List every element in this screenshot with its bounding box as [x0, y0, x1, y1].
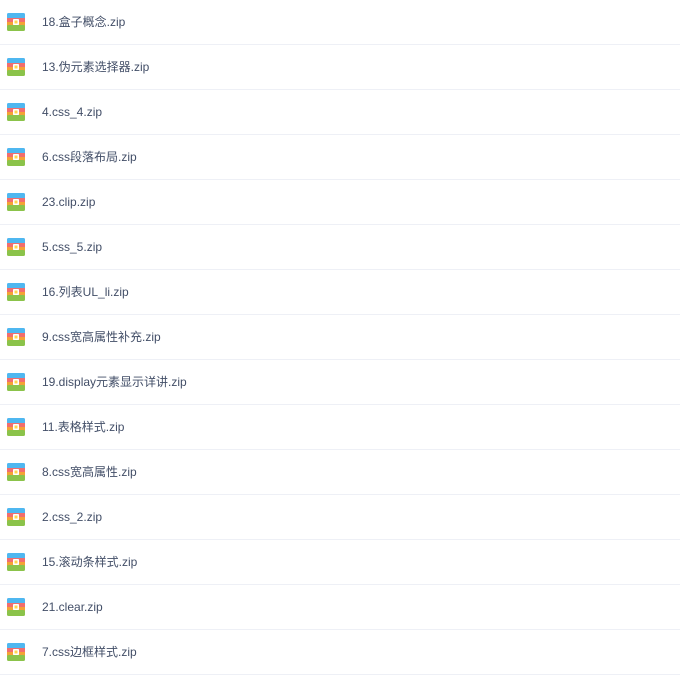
zip-archive-icon — [6, 282, 26, 302]
zip-archive-icon — [6, 642, 26, 662]
zip-archive-icon — [6, 552, 26, 572]
file-row[interactable]: 15.滚动条样式.zip — [0, 540, 680, 585]
file-row[interactable]: 5.css_5.zip — [0, 225, 680, 270]
file-name[interactable]: 7.css边框样式.zip — [42, 644, 137, 660]
zip-archive-icon — [6, 192, 26, 212]
file-row[interactable]: 23.clip.zip — [0, 180, 680, 225]
file-row[interactable]: 6.css段落布局.zip — [0, 135, 680, 180]
zip-archive-icon — [6, 417, 26, 437]
file-name[interactable]: 19.display元素显示详讲.zip — [42, 374, 187, 390]
file-row[interactable]: 8.css宽高属性.zip — [0, 450, 680, 495]
file-name[interactable]: 6.css段落布局.zip — [42, 149, 137, 165]
file-name[interactable]: 18.盒子概念.zip — [42, 14, 125, 30]
file-name[interactable]: 8.css宽高属性.zip — [42, 464, 137, 480]
file-row[interactable]: 11.表格样式.zip — [0, 405, 680, 450]
file-row[interactable]: 9.css宽高属性补充.zip — [0, 315, 680, 360]
file-row[interactable]: 21.clear.zip — [0, 585, 680, 630]
file-row[interactable]: 19.display元素显示详讲.zip — [0, 360, 680, 405]
file-row[interactable]: 18.盒子概念.zip — [0, 0, 680, 45]
file-name[interactable]: 15.滚动条样式.zip — [42, 554, 137, 570]
file-list: 18.盒子概念.zip 13.伪元素选择器.zip 4.css_4.zip 6.… — [0, 0, 680, 675]
file-row[interactable]: 4.css_4.zip — [0, 90, 680, 135]
file-name[interactable]: 9.css宽高属性补充.zip — [42, 329, 161, 345]
file-row[interactable]: 7.css边框样式.zip — [0, 630, 680, 675]
file-name[interactable]: 13.伪元素选择器.zip — [42, 59, 149, 75]
file-name[interactable]: 4.css_4.zip — [42, 104, 102, 120]
zip-archive-icon — [6, 507, 26, 527]
zip-archive-icon — [6, 147, 26, 167]
file-name[interactable]: 2.css_2.zip — [42, 509, 102, 525]
zip-archive-icon — [6, 462, 26, 482]
zip-archive-icon — [6, 57, 26, 77]
zip-archive-icon — [6, 597, 26, 617]
file-name[interactable]: 21.clear.zip — [42, 599, 103, 615]
file-name[interactable]: 5.css_5.zip — [42, 239, 102, 255]
file-name[interactable]: 23.clip.zip — [42, 194, 95, 210]
file-row[interactable]: 13.伪元素选择器.zip — [0, 45, 680, 90]
file-name[interactable]: 11.表格样式.zip — [42, 419, 124, 435]
zip-archive-icon — [6, 237, 26, 257]
zip-archive-icon — [6, 327, 26, 347]
file-name[interactable]: 16.列表UL_li.zip — [42, 284, 129, 300]
zip-archive-icon — [6, 12, 26, 32]
zip-archive-icon — [6, 102, 26, 122]
zip-archive-icon — [6, 372, 26, 392]
file-row[interactable]: 16.列表UL_li.zip — [0, 270, 680, 315]
file-row[interactable]: 2.css_2.zip — [0, 495, 680, 540]
